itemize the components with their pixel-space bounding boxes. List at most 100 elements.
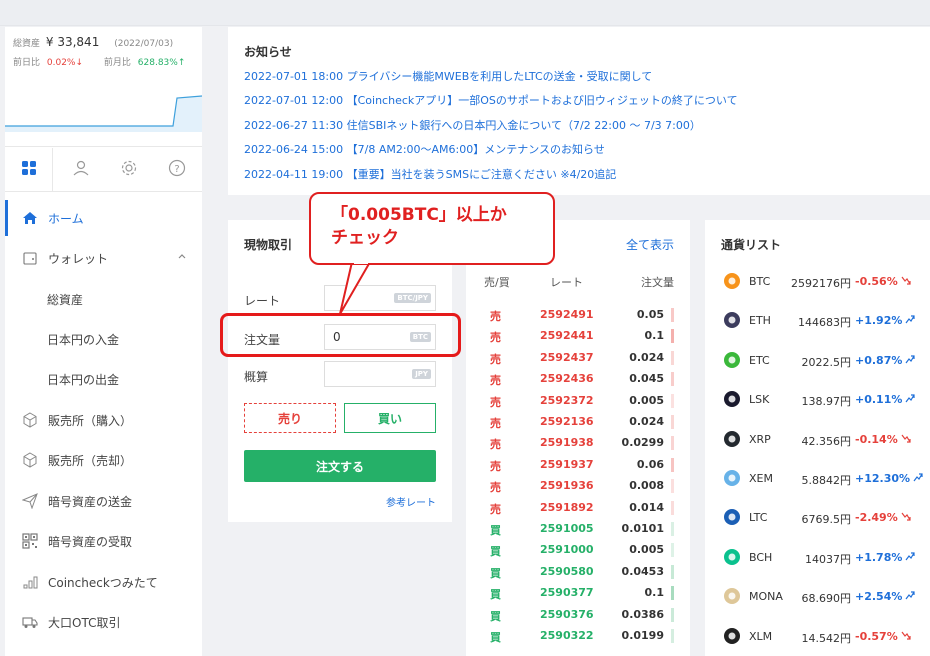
- notice-link[interactable]: 2022-06-27 11:30 住信SBIネット銀行への日本円入金について（7…: [244, 117, 701, 133]
- reference-rate-link[interactable]: 参考レート: [386, 494, 436, 509]
- order-book-row[interactable]: 売 2592491 0.05: [466, 305, 690, 326]
- currency-row[interactable]: MONA 68.690円 +2.54%: [705, 578, 930, 616]
- annotation-callout: 「0.005BTC」以上か チェック: [309, 192, 555, 265]
- order-side: 買: [490, 545, 501, 559]
- order-book-row[interactable]: 買 2591000 0.005: [466, 540, 690, 561]
- order-side: 売: [490, 502, 501, 516]
- sell-button[interactable]: 売り: [244, 403, 336, 433]
- order-side: 売: [490, 310, 501, 323]
- notice-link[interactable]: 2022-07-01 18:00 プライバシー機能MWEBを利用したLTCの送金…: [244, 68, 652, 84]
- currency-row[interactable]: XLM 14.542円 -0.57%: [705, 618, 930, 656]
- rate-input[interactable]: BTC/JPY: [324, 285, 436, 311]
- order-rate: 2590377: [540, 586, 594, 600]
- gear-tab-icon[interactable]: [117, 156, 141, 180]
- currency-row[interactable]: ETC 2022.5円 +0.87%: [705, 342, 930, 380]
- sidebar-item-home[interactable]: ホーム: [5, 200, 202, 236]
- month-change-label: 前月比: [103, 58, 131, 68]
- sidebar-item-send[interactable]: 暗号資産の送金: [5, 483, 202, 519]
- sidebar-item-label: 暗号資産の受取: [48, 534, 133, 549]
- order-book-row[interactable]: 売 2592437 0.024: [466, 348, 690, 369]
- order-qty: 0.0453: [621, 564, 664, 578]
- currency-change: +0.11%: [855, 393, 903, 407]
- order-rate: 2591892: [540, 500, 594, 514]
- buy-button[interactable]: 買い: [344, 403, 436, 433]
- order-book-row[interactable]: 売 2591892 0.014: [466, 498, 690, 519]
- order-book-row[interactable]: 売 2592441 0.1: [466, 326, 690, 347]
- currency-row[interactable]: BCH 14037円 +1.78%: [705, 539, 930, 577]
- litecoin-icon: [723, 508, 741, 526]
- order-book-row[interactable]: 売 2591937 0.06: [466, 455, 690, 476]
- sidebar-item-total-assets[interactable]: 総資産: [5, 281, 202, 317]
- notice-link[interactable]: 2022-04-11 19:00 【重要】当社を装うSMSにご注意ください ※4…: [244, 166, 616, 182]
- order-rate: 2590376: [540, 607, 594, 621]
- estimate-unit-badge: JPY: [412, 369, 431, 379]
- trend-down-icon: [901, 511, 911, 524]
- qty-depth-bar: [671, 500, 674, 515]
- col-qty-header: 注文量: [641, 276, 674, 289]
- qty-depth-bar: [671, 329, 674, 344]
- order-rate: 2592436: [540, 372, 594, 386]
- sidebar-item-sell[interactable]: 販売所（売却）: [5, 442, 202, 478]
- order-rate: 2592441: [540, 329, 594, 343]
- highlight-box: [220, 313, 461, 357]
- order-qty: 0.1: [644, 586, 665, 600]
- order-rate: 2592437: [540, 350, 594, 364]
- order-book-row[interactable]: 買 2590322 0.0199: [466, 626, 690, 647]
- currency-price: 42.356円: [801, 434, 852, 448]
- currency-symbol: LTC: [749, 511, 768, 525]
- currency-symbol: LSK: [749, 393, 770, 407]
- order-book-row[interactable]: 買 2590377 0.1: [466, 583, 690, 604]
- total-assets-value: ¥ 33,841: [45, 35, 100, 49]
- place-order-button[interactable]: 注文する: [244, 450, 436, 482]
- sidebar-item-label: Coincheckつみたて: [48, 575, 158, 590]
- sidebar-item-receive[interactable]: 暗号資産の受取: [5, 523, 202, 559]
- order-book-row[interactable]: 売 2592436 0.045: [466, 369, 690, 390]
- sidebar-item-buy[interactable]: 販売所（購入）: [5, 402, 202, 438]
- qty-depth-bar: [671, 436, 674, 451]
- bitcoin-icon: [723, 272, 741, 290]
- sidebar-item-otc[interactable]: 大口OTC取引: [5, 604, 202, 640]
- estimate-input[interactable]: JPY: [324, 361, 436, 387]
- sidebar-item-jpy-deposit[interactable]: 日本円の入金: [5, 321, 202, 357]
- sidebar-item-tsumitate[interactable]: Coincheckつみたて: [5, 564, 202, 600]
- order-book-row[interactable]: 売 2591938 0.0299: [466, 433, 690, 454]
- sidebar-item-jpy-withdraw[interactable]: 日本円の出金: [5, 361, 202, 397]
- order-rate: 2590322: [540, 629, 594, 642]
- currency-row[interactable]: LSK 138.97円 +0.11%: [705, 381, 930, 419]
- order-book-row[interactable]: 買 2590580 0.0453: [466, 562, 690, 583]
- order-book-row[interactable]: 売 2591936 0.008: [466, 476, 690, 497]
- currency-symbol: XEM: [749, 472, 773, 485]
- order-book-row[interactable]: 売 2592372 0.005: [466, 391, 690, 412]
- qty-depth-bar: [671, 543, 674, 558]
- order-qty: 0.024: [629, 350, 664, 364]
- sidebar-item-label: 販売所（購入）: [48, 413, 133, 428]
- help-tab-icon[interactable]: ?: [165, 156, 189, 180]
- order-book-row[interactable]: 売 2592136 0.024: [466, 412, 690, 433]
- show-all-link[interactable]: 全て表示: [626, 236, 674, 253]
- chevron-up-icon[interactable]: [177, 250, 187, 264]
- currency-row[interactable]: BTC 2592176円 -0.56%: [705, 263, 930, 301]
- order-rate: 2590580: [540, 564, 594, 578]
- truck-icon: [21, 613, 39, 631]
- order-side: 売: [490, 374, 501, 388]
- notice-link[interactable]: 2022-06-24 15:00 【7/8 AM2:00～AM6:00】メンテナ…: [244, 141, 605, 157]
- dashboard-tab-icon[interactable]: [17, 156, 41, 180]
- currency-row[interactable]: XEM 5.8842円 +12.30%: [705, 460, 930, 498]
- order-book-row[interactable]: 買 2591005 0.0101: [466, 519, 690, 540]
- order-rate: 2591005: [540, 522, 594, 535]
- order-book-row[interactable]: 買 2590376 0.0386: [466, 605, 690, 626]
- currency-price: 68.690円: [801, 592, 852, 606]
- currency-row[interactable]: LTC 6769.5円 -2.49%: [705, 499, 930, 537]
- order-qty: 0.0101: [621, 522, 664, 535]
- currency-symbol: MONA: [749, 590, 783, 604]
- currency-row[interactable]: ETH 144683円 +1.92%: [705, 302, 930, 340]
- order-qty: 0.005: [629, 393, 664, 407]
- currency-row[interactable]: XRP 42.356円 -0.14%: [705, 421, 930, 459]
- sidebar-item-wallet[interactable]: ウォレット: [5, 240, 202, 276]
- cube-icon: [21, 411, 39, 429]
- spot-trade-panel: 現物取引 レート BTC/JPY 注文量 0 BTC 概算 JPY 売り 買い …: [228, 220, 452, 522]
- user-tab-icon[interactable]: [69, 156, 93, 180]
- notice-link[interactable]: 2022-07-01 12:00 【Coincheckアプリ】一部OSのサポート…: [244, 92, 738, 108]
- ethereum-icon: [723, 311, 741, 329]
- notice-panel: お知らせ 2022-07-01 18:00 プライバシー機能MWEBを利用したL…: [228, 27, 930, 195]
